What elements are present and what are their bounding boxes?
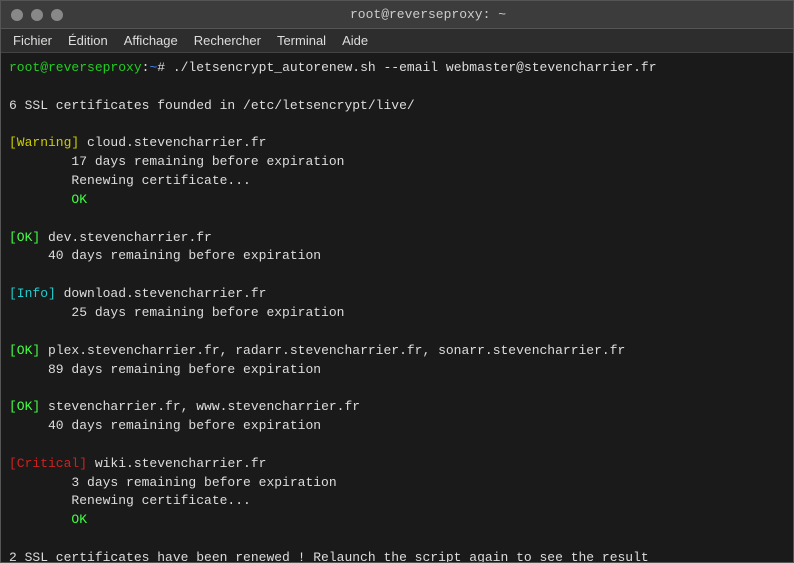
title-bar: × + − root@reverseproxy: ~	[1, 1, 793, 29]
output-critical-renewing: Renewing certificate...	[9, 492, 785, 511]
output-blank-2	[9, 116, 785, 135]
menu-terminal[interactable]: Terminal	[269, 31, 334, 50]
output-info-days: 25 days remaining before expiration	[9, 304, 785, 323]
output-blank-6	[9, 379, 785, 398]
output-warning-days: 17 days remaining before expiration	[9, 153, 785, 172]
output-blank-4	[9, 266, 785, 285]
output-blank-5	[9, 323, 785, 342]
output-warning-header: [Warning] cloud.stevencharrier.fr	[9, 134, 785, 153]
output-blank-1	[9, 78, 785, 97]
minimize-button[interactable]: +	[31, 9, 43, 21]
output-warning-ok: OK	[9, 191, 785, 210]
output-info-header: [Info] download.stevencharrier.fr	[9, 285, 785, 304]
output-ssl-count: 6 SSL certificates founded in /etc/letse…	[9, 97, 785, 116]
menu-affichage[interactable]: Affichage	[116, 31, 186, 50]
output-critical-days: 3 days remaining before expiration	[9, 474, 785, 493]
command-line: root@reverseproxy:~# ./letsencrypt_autor…	[9, 59, 785, 78]
output-warning-renewing: Renewing certificate...	[9, 172, 785, 191]
menu-fichier[interactable]: Fichier	[5, 31, 60, 50]
output-ok-dev-days: 40 days remaining before expiration	[9, 247, 785, 266]
window-title: root@reverseproxy: ~	[73, 7, 783, 22]
window-controls: × + −	[11, 9, 63, 21]
output-ok-steven: [OK] stevencharrier.fr, www.stevencharri…	[9, 398, 785, 417]
menu-bar: Fichier Édition Affichage Rechercher Ter…	[1, 29, 793, 53]
output-critical-ok: OK	[9, 511, 785, 530]
menu-edition[interactable]: Édition	[60, 31, 116, 50]
output-final-message: 2 SSL certificates have been renewed ! R…	[9, 549, 785, 562]
menu-rechercher[interactable]: Rechercher	[186, 31, 269, 50]
menu-aide[interactable]: Aide	[334, 31, 376, 50]
output-blank-3	[9, 210, 785, 229]
output-blank-8	[9, 530, 785, 549]
terminal-body[interactable]: root@reverseproxy:~# ./letsencrypt_autor…	[1, 53, 793, 562]
terminal-window: × + − root@reverseproxy: ~ Fichier Éditi…	[0, 0, 794, 563]
output-ok-plex: [OK] plex.stevencharrier.fr, radarr.stev…	[9, 342, 785, 361]
output-ok-plex-days: 89 days remaining before expiration	[9, 361, 785, 380]
output-critical-header: [Critical] wiki.stevencharrier.fr	[9, 455, 785, 474]
output-ok-steven-days: 40 days remaining before expiration	[9, 417, 785, 436]
close-button[interactable]: ×	[11, 9, 23, 21]
maximize-button[interactable]: −	[51, 9, 63, 21]
output-blank-7	[9, 436, 785, 455]
output-ok-dev: [OK] dev.stevencharrier.fr	[9, 229, 785, 248]
